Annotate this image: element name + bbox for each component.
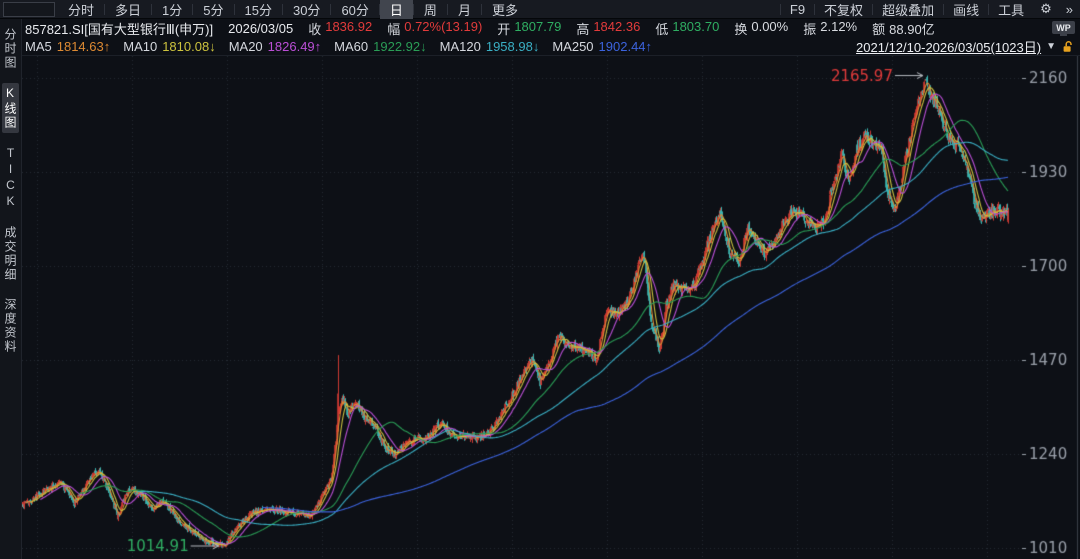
quote-field-value: 1803.70 bbox=[672, 19, 719, 38]
quote-field: 幅0.72%(13.19) bbox=[387, 19, 482, 38]
ma-label: MA60 bbox=[334, 39, 368, 54]
quote-field-label: 换 bbox=[734, 19, 747, 38]
ma-item-ma10: MA10 1810.08↓ bbox=[123, 39, 215, 54]
tab-30min[interactable]: 30分 bbox=[283, 0, 330, 19]
ma-label: MA5 bbox=[25, 39, 52, 54]
quote-field-label: 振 bbox=[803, 19, 816, 38]
quote-field-label: 额 bbox=[872, 19, 885, 38]
quote-field-label: 高 bbox=[576, 19, 589, 38]
ma-bar: MA5 1814.63↑ MA10 1810.08↓ MA20 1826.49↑ MA60 1… bbox=[0, 38, 1080, 56]
quote-field-label: 幅 bbox=[387, 19, 400, 38]
tab-week[interactable]: 周 bbox=[414, 0, 447, 19]
ma-item-ma20: MA20 1826.49↑ bbox=[229, 39, 321, 54]
instrument-code-name: 857821.SI[国有大型银行Ⅲ(申万)] bbox=[25, 19, 213, 38]
sidebar-item-depth-info[interactable]: 深度资料 bbox=[2, 295, 19, 357]
date-range-label[interactable]: 2021/12/10-2026/03/05(1023日) bbox=[856, 37, 1041, 56]
tab-more[interactable]: 更多 bbox=[482, 0, 528, 19]
tab-minute-view[interactable]: 分时 bbox=[58, 0, 104, 19]
date-range-control[interactable]: 2021/12/10-2026/03/05(1023日) ▼ bbox=[856, 37, 1080, 56]
tab-day[interactable]: 日 bbox=[380, 0, 413, 19]
period-toolbar: 分时多日1分5分15分30分60分日周月更多 F9不复权超级叠加画线工具 ⚙ » bbox=[0, 0, 1080, 19]
quote-field-value: 1842.36 bbox=[593, 19, 640, 38]
quote-field-label: 低 bbox=[655, 19, 668, 38]
quote-fields: 收1836.92幅0.72%(13.19)开1807.79高1842.36低18… bbox=[308, 19, 934, 38]
ma-value: 1826.49↑ bbox=[268, 39, 322, 54]
period-tabs: 分时多日1分5分15分30分60分日周月更多 bbox=[58, 0, 528, 19]
quote-field: 低1803.70 bbox=[655, 19, 719, 38]
quote-field: 开1807.79 bbox=[497, 19, 561, 38]
gear-icon[interactable]: ⚙ bbox=[1033, 1, 1059, 17]
kline-window: 分时多日1分5分15分30分60分日周月更多 F9不复权超级叠加画线工具 ⚙ »… bbox=[0, 0, 1080, 559]
quote-field-value: 0.72%(13.19) bbox=[404, 19, 482, 38]
toolbar-right: F9不复权超级叠加画线工具 bbox=[780, 0, 1033, 19]
sidebar-item-trade-detail[interactable]: 成交明细 bbox=[2, 223, 19, 285]
tab-15min[interactable]: 15分 bbox=[235, 0, 282, 19]
ma-label: MA120 bbox=[440, 39, 481, 54]
ma-label: MA20 bbox=[229, 39, 263, 54]
quote-date: 2026/03/05 bbox=[228, 21, 293, 36]
tab-month[interactable]: 月 bbox=[448, 0, 481, 19]
expand-icon[interactable]: » bbox=[1059, 2, 1080, 17]
sidebar-item-tick[interactable]: TICK bbox=[4, 143, 18, 213]
lock-icon[interactable] bbox=[1061, 40, 1075, 54]
chevron-down-icon[interactable]: ▼ bbox=[1046, 41, 1056, 52]
tab-1min[interactable]: 1分 bbox=[152, 0, 192, 19]
ma-value: 1814.63↑ bbox=[57, 39, 111, 54]
wp-badge[interactable]: WP bbox=[1052, 21, 1075, 34]
ma-items: MA5 1814.63↑ MA10 1810.08↓ MA20 1826.49↑ MA60 1… bbox=[25, 39, 652, 54]
kline-canvas[interactable] bbox=[22, 56, 1080, 559]
toolbar-no-adjust-button[interactable]: 不复权 bbox=[815, 0, 872, 19]
toolbar-f9-button[interactable]: F9 bbox=[781, 2, 814, 17]
toolbar-draw-line-button[interactable]: 画线 bbox=[944, 0, 988, 19]
quote-field: 收1836.92 bbox=[308, 19, 372, 38]
quote-field: 换0.00% bbox=[734, 19, 788, 38]
ma-value: 1922.92↓ bbox=[373, 39, 427, 54]
sidebar: 分时图 K线图 TICK 成交明细深度资料 bbox=[0, 19, 22, 559]
quote-field-value: 1807.79 bbox=[514, 19, 561, 38]
ma-item-ma60: MA60 1922.92↓ bbox=[334, 39, 426, 54]
ma-item-ma5: MA5 1814.63↑ bbox=[25, 39, 110, 54]
quote-field-value: 88.90亿 bbox=[889, 19, 935, 38]
tab-60min[interactable]: 60分 bbox=[331, 0, 378, 19]
quote-field-value: 0.00% bbox=[751, 19, 788, 38]
quote-field: 高1842.36 bbox=[576, 19, 640, 38]
quote-field: 振2.12% bbox=[803, 19, 857, 38]
ma-item-ma120: MA120 1958.98↓ bbox=[440, 39, 540, 54]
ma-label: MA250 bbox=[552, 39, 593, 54]
ma-value: 1810.08↓ bbox=[162, 39, 216, 54]
quote-bar: 857821.SI[国有大型银行Ⅲ(申万)] 2026/03/05 收1836.… bbox=[0, 19, 1080, 38]
ma-label: MA10 bbox=[123, 39, 157, 54]
quote-field-label: 开 bbox=[497, 19, 510, 38]
toolbar-super-overlay-button[interactable]: 超级叠加 bbox=[873, 0, 943, 19]
sidebar-item-kline-chart[interactable]: K线图 bbox=[2, 83, 19, 133]
toolbar-tools-button[interactable]: 工具 bbox=[989, 0, 1033, 19]
quote-field-value: 1836.92 bbox=[325, 19, 372, 38]
ma-item-ma250: MA250 1902.44↑ bbox=[552, 39, 652, 54]
ma-value: 1902.44↑ bbox=[599, 39, 653, 54]
quote-field-label: 收 bbox=[308, 19, 321, 38]
tab-multi-day[interactable]: 多日 bbox=[105, 0, 151, 19]
ma-value: 1958.98↓ bbox=[486, 39, 540, 54]
tab-5min[interactable]: 5分 bbox=[193, 0, 233, 19]
quote-field-value: 2.12% bbox=[820, 19, 857, 38]
quote-field: 额88.90亿 bbox=[872, 19, 935, 38]
sidebar-item-time-chart[interactable]: 分时图 bbox=[2, 25, 19, 73]
collapse-button[interactable] bbox=[3, 2, 55, 17]
wp-badge-label: WP bbox=[1056, 23, 1071, 33]
